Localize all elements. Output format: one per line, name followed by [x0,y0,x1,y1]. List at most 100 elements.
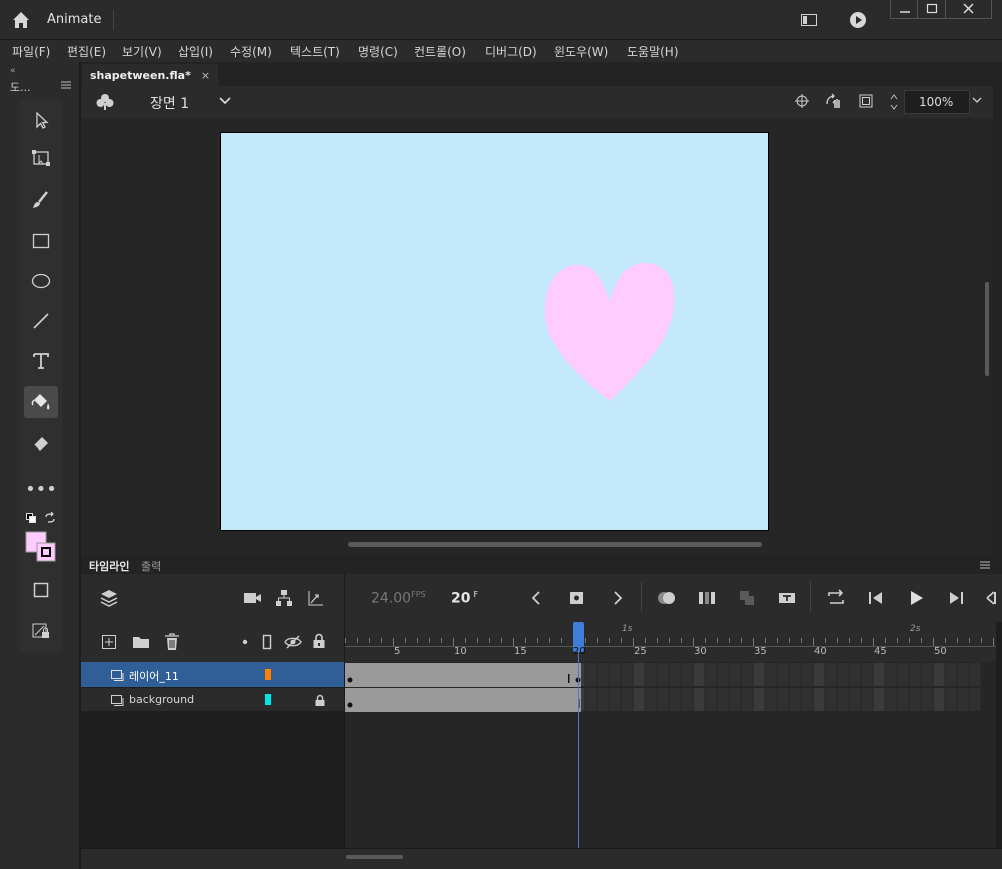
rotation-tool-icon[interactable] [824,92,844,110]
outline-icon[interactable] [262,634,272,650]
close-button[interactable] [946,0,992,19]
menu-file[interactable]: 파일(F) [12,43,50,60]
layer-name[interactable]: 레이어_11 [129,668,179,684]
fps-unit: FPS [411,590,426,599]
frame-row-background[interactable] [345,687,996,712]
menu-insert[interactable]: 삽입(I) [178,43,213,60]
oval-tool-icon[interactable] [24,265,58,297]
divider [113,10,114,30]
step-back-icon[interactable] [866,588,886,608]
start-keyframe[interactable] [347,702,353,708]
home-icon[interactable] [10,9,32,31]
shape-tween-span[interactable] [345,663,581,687]
layer-row-background[interactable]: background [81,687,345,712]
menu-text[interactable]: 텍스트(T) [290,43,340,60]
panel-menu-icon[interactable] [60,80,72,90]
menu-help[interactable]: 도움말(H) [627,43,679,60]
scene-icon[interactable] [95,92,115,112]
layer-color-swatch[interactable] [265,694,271,705]
go-to-last-frame-icon[interactable] [984,588,998,608]
lock-fill-icon[interactable] [24,615,58,647]
object-drawing-icon[interactable] [24,574,58,606]
lock-all-icon[interactable] [312,633,326,649]
frame-cell [609,663,621,686]
frame-ruler[interactable] [345,622,996,662]
selection-tool-icon[interactable] [24,104,58,136]
minimize-button[interactable] [890,0,918,19]
loop-icon[interactable] [826,588,846,608]
step-forward-icon[interactable] [946,588,966,608]
default-colors-icon[interactable] [25,512,37,524]
close-tab-icon[interactable]: × [201,69,210,82]
camera-icon[interactable] [243,590,263,606]
workspace-icon[interactable] [800,12,818,28]
frame-cell [645,688,657,711]
menu-debug[interactable]: 디버그(D) [485,43,537,60]
menu-edit[interactable]: 편집(E) [67,43,106,60]
insert-keyframe-icon[interactable] [567,588,587,608]
stage-horizontal-scrollbar[interactable] [348,542,762,547]
edit-multiple-frames-icon[interactable] [697,588,717,608]
scene-label: 장면 1 [150,96,190,112]
scene-dropdown-icon[interactable] [219,96,231,106]
eraser-tool-icon[interactable] [24,427,58,459]
free-transform-tool-icon[interactable] [24,142,58,174]
layer-parenting-icon[interactable] [275,589,293,607]
frame-cell [873,663,885,686]
static-frames-span[interactable] [345,688,581,712]
more-tools-icon[interactable]: ••• [24,473,58,505]
next-keyframe-icon[interactable] [607,588,627,608]
delete-layer-icon[interactable] [164,633,180,651]
layer-row-layer11[interactable]: 레이어_11 [81,662,345,687]
create-symbol-icon[interactable] [737,588,757,608]
clip-stage-icon[interactable] [858,93,874,109]
test-movie-icon[interactable] [848,10,868,30]
tab-output[interactable]: 출력 [141,558,161,574]
rectangle-tool-icon[interactable] [24,225,58,257]
paint-bucket-tool-icon[interactable] [24,386,58,418]
menu-modify[interactable]: 수정(M) [230,43,272,60]
hide-all-icon[interactable] [284,634,302,650]
layer-lock-icon[interactable] [314,694,326,707]
text-tool-icon[interactable] [24,345,58,377]
layer-type-icon [111,695,124,706]
onion-skin-icon[interactable] [656,588,676,608]
frame-cell [921,663,933,686]
collapse-panel-icon[interactable]: « [10,66,16,76]
zoom-dropdown-icon[interactable] [972,97,982,105]
new-layer-icon[interactable] [101,634,117,650]
menu-control[interactable]: 컨트롤(O) [414,43,466,60]
frame-row-layer11[interactable] [345,662,996,687]
color-swatches[interactable] [25,531,57,563]
zoom-stepper-icon[interactable] [889,91,899,113]
timeline-menu-icon[interactable] [979,560,991,570]
timeline-horizontal-scrollbar[interactable] [346,855,403,859]
tween-icon[interactable] [777,588,797,608]
play-icon[interactable] [906,588,926,608]
brush-tool-icon[interactable] [24,184,58,216]
menu-view[interactable]: 보기(V) [122,43,162,60]
graph-icon[interactable] [307,589,325,607]
current-frame-display[interactable]: 20 F [451,590,478,607]
zoom-field[interactable]: 100% [904,90,970,114]
stage-canvas[interactable] [220,132,769,531]
document-tab[interactable]: shapetween.fla* × [82,64,219,86]
fps-display[interactable]: 24.00FPS [371,590,426,607]
line-tool-icon[interactable] [24,305,58,337]
swap-colors-icon[interactable] [44,512,56,524]
new-folder-icon[interactable] [132,634,150,650]
layer-color-swatch[interactable] [265,669,271,680]
layer-name[interactable]: background [129,693,194,706]
heart-shape[interactable] [221,133,768,530]
stage-vertical-scrollbar[interactable] [985,282,989,376]
prev-keyframe-icon[interactable] [527,588,547,608]
maximize-button[interactable] [918,0,946,19]
tab-timeline[interactable]: 타임라인 [89,558,129,574]
menu-commands[interactable]: 명령(C) [358,43,398,60]
center-stage-icon[interactable] [794,93,810,109]
menu-window[interactable]: 윈도우(W) [554,43,608,60]
start-keyframe[interactable] [347,677,353,683]
frame-cell [933,688,945,711]
layers-icon[interactable] [99,588,119,608]
highlight-layers-icon[interactable] [242,639,248,645]
